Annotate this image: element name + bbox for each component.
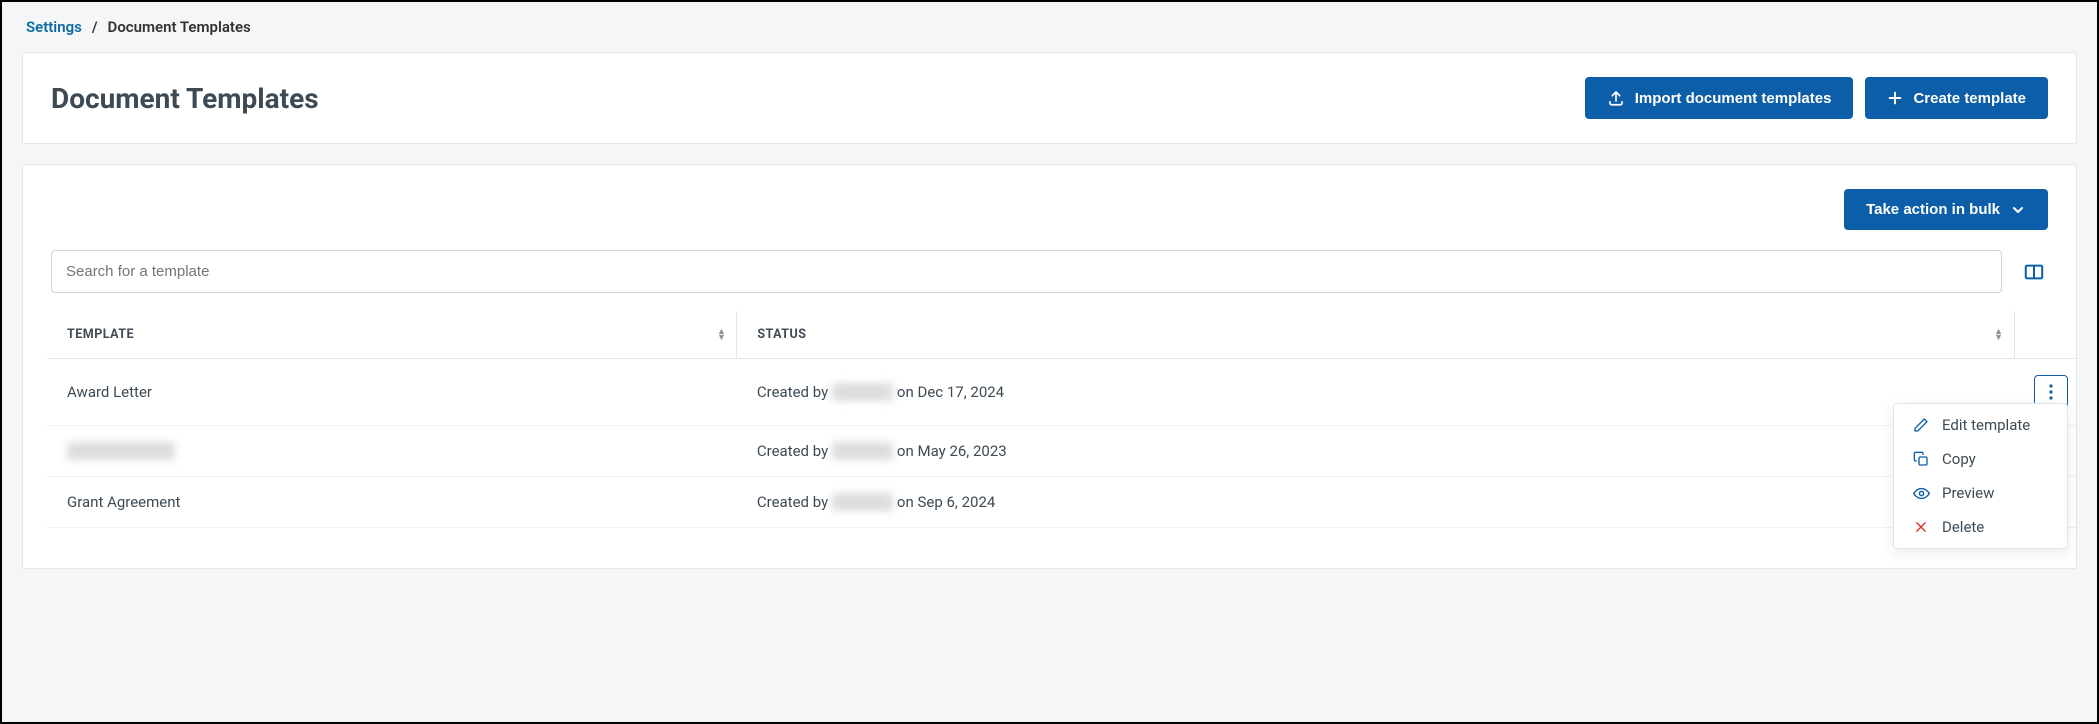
column-header-status[interactable]: STATUS ▲▼ — [737, 311, 2014, 359]
eye-icon — [1912, 484, 1930, 502]
columns-icon — [2023, 261, 2045, 283]
table-row: Grant Agreement Created by Jenn Still on… — [47, 477, 2076, 528]
template-name-cell[interactable]: Award Letter — [47, 359, 737, 426]
plus-icon — [1887, 90, 1903, 106]
column-header-template-label: TEMPLATE — [67, 327, 134, 342]
menu-item-edit-label: Edit template — [1942, 416, 2030, 434]
templates-table: TEMPLATE ▲▼ STATUS ▲▼ Award Letter Creat… — [47, 311, 2076, 528]
column-header-template[interactable]: TEMPLATE ▲▼ — [47, 311, 737, 359]
menu-item-copy[interactable]: Copy — [1894, 442, 2067, 476]
x-icon — [1912, 518, 1930, 536]
kebab-icon — [2049, 384, 2053, 400]
menu-item-copy-label: Copy — [1942, 450, 1976, 468]
redacted-template-name: Field Group Test — [67, 442, 175, 460]
template-name-cell[interactable]: Grant Agreement — [47, 477, 737, 528]
import-templates-label: Import document templates — [1635, 90, 1832, 107]
status-cell: Created by Jenn Still on Sep 6, 2024 — [737, 477, 2014, 528]
status-prefix: Created by — [757, 442, 828, 460]
upload-icon — [1607, 89, 1625, 107]
import-templates-button[interactable]: Import document templates — [1585, 77, 1854, 119]
copy-icon — [1912, 450, 1930, 468]
chevron-down-icon — [2010, 202, 2026, 218]
bulk-action-button[interactable]: Take action in bulk — [1844, 189, 2048, 230]
status-suffix: on Dec 17, 2024 — [897, 383, 1004, 401]
bulk-action-label: Take action in bulk — [1866, 201, 2000, 218]
status-prefix: Created by — [757, 493, 828, 511]
redacted-author: Jenn Still — [832, 442, 893, 460]
breadcrumb-separator: / — [92, 18, 98, 36]
column-header-status-label: STATUS — [757, 327, 806, 342]
menu-item-edit[interactable]: Edit template — [1894, 408, 2067, 442]
table-row: Field Group Test Created by Jenn Still o… — [47, 426, 2076, 477]
sort-icon: ▲▼ — [717, 329, 726, 341]
pencil-icon — [1912, 416, 1930, 434]
status-cell: Created by Jenn Still on Dec 17, 2024 — [737, 359, 2014, 426]
header-actions: Import document templates Create templat… — [1585, 77, 2048, 119]
column-header-actions — [2014, 311, 2076, 359]
template-name-cell[interactable]: Field Group Test — [47, 426, 737, 477]
search-input[interactable] — [51, 250, 2002, 293]
status-prefix: Created by — [757, 383, 828, 401]
create-template-button[interactable]: Create template — [1865, 77, 2048, 119]
menu-item-preview-label: Preview — [1942, 484, 1994, 502]
menu-item-preview[interactable]: Preview — [1894, 476, 2067, 510]
columns-toggle-button[interactable] — [2020, 258, 2048, 286]
menu-item-delete[interactable]: Delete — [1894, 510, 2067, 544]
row-actions-menu: Edit template Copy Preview — [1893, 403, 2068, 549]
redacted-author: Jenn Still — [832, 493, 893, 511]
page-title: Document Templates — [51, 82, 319, 115]
breadcrumb: Settings / Document Templates — [2, 2, 2097, 52]
status-suffix: on May 26, 2023 — [897, 442, 1007, 460]
sort-icon: ▲▼ — [1994, 329, 2003, 341]
status-cell: Created by Jenn Still on May 26, 2023 — [737, 426, 2014, 477]
page-header: Document Templates Import document templ… — [22, 52, 2077, 144]
redacted-author: Jenn Still — [832, 383, 893, 401]
table-row: Award Letter Created by Jenn Still on De… — [47, 359, 2076, 426]
breadcrumb-current: Document Templates — [108, 18, 251, 36]
templates-table-card: Take action in bulk TEMPLATE ▲▼ STATUS ▲… — [22, 164, 2077, 569]
menu-item-delete-label: Delete — [1942, 518, 1984, 536]
status-suffix: on Sep 6, 2024 — [897, 493, 995, 511]
breadcrumb-settings-link[interactable]: Settings — [26, 18, 82, 36]
create-template-label: Create template — [1913, 90, 2026, 107]
